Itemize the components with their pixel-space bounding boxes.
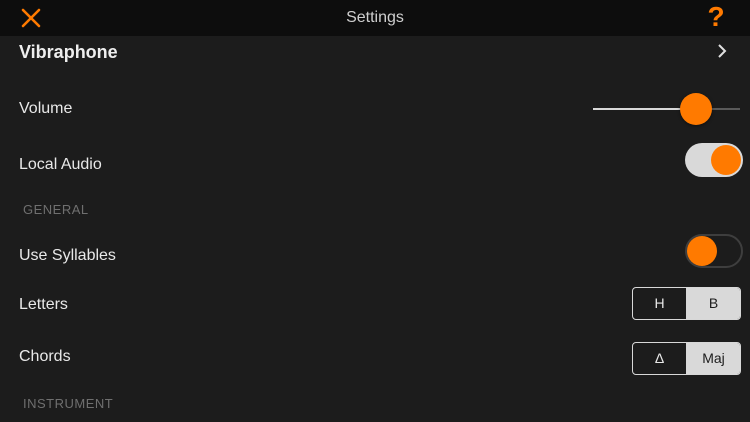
chords-label: Chords — [19, 348, 71, 365]
chords-segmented-control: Δ Maj — [632, 342, 741, 375]
letters-label: Letters — [19, 296, 68, 313]
help-button[interactable]: ? — [705, 2, 727, 32]
local-audio-toggle[interactable] — [685, 143, 743, 177]
use-syllables-toggle[interactable] — [685, 234, 743, 268]
page-title: Settings — [346, 9, 404, 26]
toggle-knob — [711, 145, 741, 175]
letters-option-b[interactable]: B — [686, 288, 740, 319]
volume-label: Volume — [19, 100, 73, 117]
instrument-row[interactable]: Vibraphone — [0, 36, 750, 70]
section-header-general: GENERAL — [23, 202, 89, 217]
section-header-instrument: INSTRUMENT — [23, 396, 114, 411]
chords-option-delta[interactable]: Δ — [633, 343, 686, 374]
use-syllables-label: Use Syllables — [19, 247, 116, 264]
volume-slider-thumb[interactable] — [679, 93, 712, 125]
letters-option-h[interactable]: H — [633, 288, 686, 319]
instrument-name: Vibraphone — [19, 42, 118, 62]
chords-option-maj[interactable]: Maj — [686, 343, 740, 374]
help-icon: ? — [707, 1, 725, 32]
local-audio-label: Local Audio — [19, 156, 102, 173]
letters-segmented-control: H B — [632, 287, 741, 320]
use-syllables-row: Use Syllables — [0, 237, 750, 275]
volume-slider-track[interactable] — [593, 108, 740, 110]
navigation-bar: Settings ? — [0, 0, 750, 36]
local-audio-row: Local Audio — [0, 146, 750, 184]
toggle-knob — [687, 236, 717, 266]
chevron-right-icon[interactable] — [716, 44, 728, 58]
